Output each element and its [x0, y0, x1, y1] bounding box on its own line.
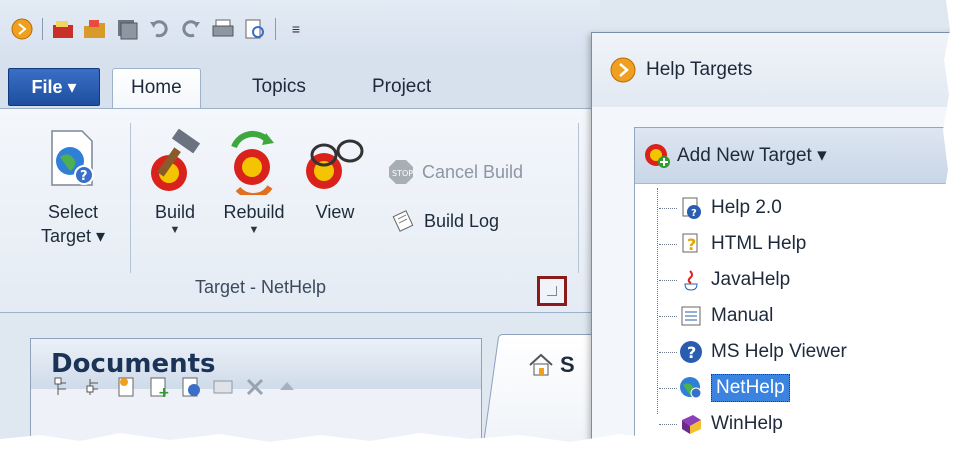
customize-toolbar-icon[interactable]: ≡: [284, 17, 308, 41]
target-label: NetHelp: [711, 374, 790, 402]
select-target-button[interactable]: ? Select Target ▾: [28, 129, 118, 248]
group-divider: [130, 123, 131, 273]
torn-edge-bottom: [0, 433, 956, 451]
file-menu-button[interactable]: File ▾: [8, 68, 100, 106]
tree-branch: [659, 315, 677, 317]
view-glasses-icon: [306, 139, 364, 189]
view-label: View: [315, 202, 355, 222]
help-targets-titlebar[interactable]: Help Targets: [592, 33, 956, 107]
properties-icon[interactable]: [212, 376, 234, 398]
torn-edge-right: [942, 0, 956, 451]
target-item-help-2-0[interactable]: ? Help 2.0: [635, 190, 956, 226]
build-log-label: Build Log: [424, 210, 500, 231]
save-all-icon[interactable]: [115, 17, 139, 41]
toolbar-separator: [275, 18, 276, 40]
toolbar-separator: [42, 18, 43, 40]
svg-text:?: ?: [80, 169, 88, 184]
help2-icon: ?: [679, 196, 703, 220]
svg-text:?: ?: [687, 235, 696, 254]
cancel-build-button[interactable]: STOP Cancel Build: [388, 159, 523, 185]
build-label: Build: [154, 202, 196, 222]
chevron-down-icon: ▼: [248, 224, 260, 236]
chevron-down-icon: ▼: [169, 224, 181, 236]
ms-help-viewer-icon: ?: [679, 340, 703, 364]
select-target-label-2: Target ▾: [40, 226, 106, 246]
new-topic-icon[interactable]: [116, 376, 138, 398]
redo-icon[interactable]: [179, 17, 203, 41]
target-label: MS Help Viewer: [711, 341, 847, 362]
rebuild-icon: [231, 130, 274, 200]
svg-text:?: ?: [691, 208, 697, 219]
build-log-icon: [392, 210, 414, 232]
target-label: Help 2.0: [711, 197, 782, 218]
nethelp-icon: [679, 376, 703, 400]
target-label: HTML Help: [711, 233, 807, 254]
rebuild-button[interactable]: Rebuild ▼: [214, 129, 294, 236]
help-targets-window: Help Targets Add New Target ▾ ? Help 2.0…: [591, 32, 956, 451]
collapse-all-icon[interactable]: [84, 376, 106, 398]
tab-home[interactable]: Home: [112, 68, 201, 112]
print-icon[interactable]: [211, 17, 235, 41]
dialog-launcher-icon: [547, 286, 557, 296]
dialog-launcher-button[interactable]: [537, 276, 567, 306]
undo-icon[interactable]: [147, 17, 171, 41]
add-new-target-button[interactable]: Add New Target ▾: [677, 144, 827, 167]
open-icon[interactable]: [83, 17, 107, 41]
add-target-icon: [645, 143, 670, 168]
target-label: Manual: [711, 305, 774, 326]
link-document-icon[interactable]: [180, 376, 202, 398]
build-button[interactable]: Build ▼: [140, 128, 210, 236]
html-help-icon: ?: [679, 232, 703, 256]
build-hammer-icon: [151, 128, 201, 191]
select-target-label-1: Select: [47, 202, 99, 222]
help-targets-title: Help Targets: [646, 59, 753, 80]
target-item-javahelp[interactable]: JavaHelp: [635, 262, 956, 298]
help-targets-toolbar: Add New Target ▾: [635, 128, 956, 184]
application-window: ≡ File ▾ Home Topics Project ? Select Ta…: [0, 0, 956, 451]
start-tab-text: S: [560, 352, 575, 377]
stop-icon: STOP: [389, 160, 413, 184]
svg-text:STOP: STOP: [392, 169, 413, 178]
help-targets-tree: ? Help 2.0 ? HTML Help JavaHelp Manual ?…: [635, 184, 956, 442]
svg-text:?: ?: [687, 343, 696, 362]
target-item-manual[interactable]: Manual: [635, 298, 956, 334]
build-log-button[interactable]: Build Log: [392, 209, 499, 233]
tree-branch: [659, 423, 677, 425]
ribbon-tabs: File ▾ Home Topics Project: [0, 58, 600, 112]
tree-branch: [659, 207, 677, 209]
view-button[interactable]: View: [300, 129, 370, 224]
delete-icon[interactable]: [244, 376, 266, 398]
target-label: JavaHelp: [711, 269, 791, 290]
add-document-icon[interactable]: +: [148, 376, 170, 398]
help-targets-panel: Add New Target ▾ ? Help 2.0 ? HTML Help: [634, 127, 956, 451]
new-icon[interactable]: [51, 17, 75, 41]
target-item-nethelp[interactable]: NetHelp: [635, 370, 956, 406]
group-divider: [578, 123, 579, 273]
help-targets-app-icon: [610, 57, 636, 83]
print-preview-icon[interactable]: [243, 17, 267, 41]
tab-project[interactable]: Project: [372, 76, 431, 98]
quick-access-toolbar: ≡: [0, 0, 600, 58]
tree-branch: [659, 279, 677, 281]
tree-branch: [659, 243, 677, 245]
tree-branch: [659, 387, 677, 389]
ribbon-home-panel: ? Select Target ▾ Build ▼ Rebuild ▼ View…: [0, 108, 600, 313]
java-icon: [679, 268, 703, 292]
svg-text:+: +: [158, 385, 170, 398]
expand-all-icon[interactable]: [52, 376, 74, 398]
home-icon: [529, 353, 553, 376]
ribbon-group-label: Target - NetHelp: [195, 277, 327, 297]
target-item-ms-help-viewer[interactable]: ? MS Help Viewer: [635, 334, 956, 370]
app-icon[interactable]: [10, 17, 34, 41]
target-item-html-help[interactable]: ? HTML Help: [635, 226, 956, 262]
start-page-tab-label: S: [528, 352, 575, 378]
select-target-icon: ?: [51, 130, 94, 186]
tree-branch: [659, 351, 677, 353]
cancel-build-label: Cancel Build: [422, 161, 524, 182]
rebuild-label: Rebuild: [223, 202, 285, 222]
documents-toolbar: +: [52, 376, 298, 398]
move-up-icon[interactable]: [276, 376, 298, 398]
tab-topics[interactable]: Topics: [252, 76, 306, 98]
manual-icon: [679, 304, 703, 328]
